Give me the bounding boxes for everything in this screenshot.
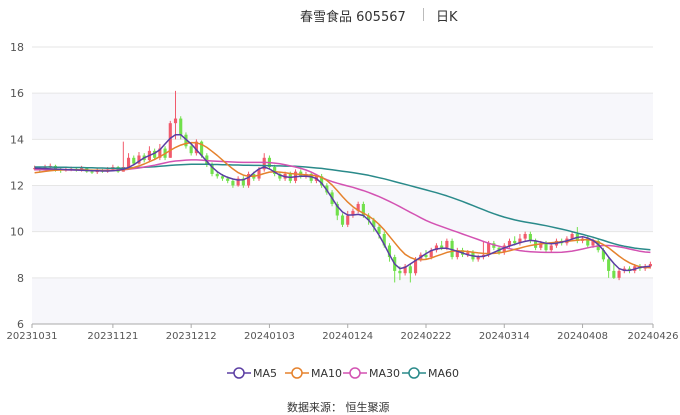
y-tick-label: 8 xyxy=(17,272,24,285)
y-tick-label: 6 xyxy=(17,318,24,331)
candle-body xyxy=(398,270,402,274)
candle-body xyxy=(132,157,136,164)
candle-body xyxy=(507,240,512,246)
x-tick-label: 20240222 xyxy=(401,331,452,342)
x-tick-label: 20231121 xyxy=(87,331,138,342)
candle-body xyxy=(607,259,611,271)
candle-body xyxy=(523,233,527,239)
candle-body xyxy=(476,257,480,260)
legend-marker-ma60 xyxy=(402,367,426,379)
x-tick-label: 20240103 xyxy=(244,331,295,342)
candle-body xyxy=(544,243,548,251)
plot-band xyxy=(32,277,653,324)
candle-body xyxy=(226,178,230,181)
y-tick-label: 18 xyxy=(10,41,24,54)
candle-body xyxy=(612,270,616,278)
candle-body xyxy=(90,171,94,173)
candle-body xyxy=(346,215,350,225)
candle-body xyxy=(189,146,193,154)
candle-body xyxy=(340,215,345,225)
candle-body xyxy=(231,180,235,186)
candle-body xyxy=(617,270,621,278)
legend-marker-ma10 xyxy=(285,367,309,379)
candle-body xyxy=(513,240,517,244)
y-tick-label: 12 xyxy=(10,180,24,193)
kline-chart: 6 8 10 12 14 16 18 20231031 20231121 20231212 2024… xyxy=(7,41,679,342)
legend-marker-ma30 xyxy=(343,367,367,379)
candle-body xyxy=(257,169,261,179)
x-tick-label: 20240314 xyxy=(479,331,530,342)
x-tick-label: 20240408 xyxy=(557,331,608,342)
candle-body xyxy=(215,173,219,177)
x-tick-label: 20231031 xyxy=(7,331,58,342)
legend-label-ma5: MA5 xyxy=(253,367,278,380)
y-tick-label: 16 xyxy=(10,87,24,100)
candle-body xyxy=(173,118,178,124)
legend-marker-ma5 xyxy=(227,367,251,379)
x-tick-label: 20231212 xyxy=(166,331,217,342)
candle-body xyxy=(570,233,574,239)
candle-body xyxy=(549,245,553,251)
plot-band xyxy=(32,93,653,140)
legend-label-ma10: MA10 xyxy=(311,367,343,380)
x-tick-label: 20240426 xyxy=(628,331,679,342)
y-tick-label: 14 xyxy=(10,133,24,146)
y-tick-label: 10 xyxy=(10,226,24,239)
x-tick-label: 20240124 xyxy=(322,331,373,342)
candle-body xyxy=(179,118,183,135)
legend-label-ma30: MA30 xyxy=(369,367,401,380)
candle-body xyxy=(408,266,412,274)
candle-body xyxy=(445,240,449,248)
candle-body xyxy=(440,245,444,248)
candle-body xyxy=(220,176,225,179)
legend-label-ma60: MA60 xyxy=(428,367,460,380)
candle-body xyxy=(126,157,131,168)
